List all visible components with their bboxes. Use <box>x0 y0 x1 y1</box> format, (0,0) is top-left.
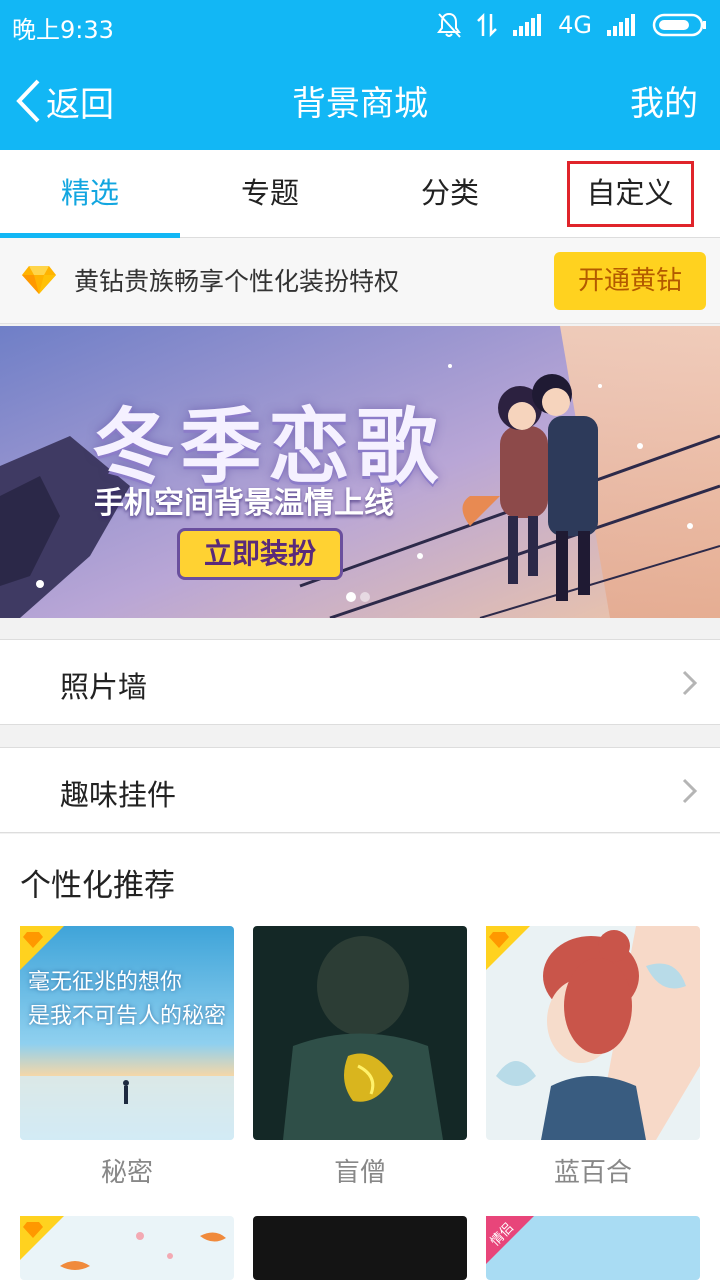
recommend-section: 个性化推荐 毫无征兆的想你 是我不可告人的秘密 秘密 盲僧 蓝百合 情侣 <box>0 834 720 1280</box>
signal-icon <box>513 14 542 36</box>
diamond-icon <box>486 926 530 970</box>
diamond-icon <box>20 1216 64 1260</box>
vip-promo-bar: 黄钻贵族畅享个性化装扮特权 开通黄钻 <box>0 238 720 324</box>
battery-icon <box>652 13 706 37</box>
theme-thumbnail <box>253 926 467 1140</box>
diamond-icon <box>20 926 64 970</box>
tab-topics[interactable]: 专题 <box>180 150 360 238</box>
theme-card[interactable] <box>20 1216 234 1280</box>
theme-card[interactable]: 蓝百合 <box>486 926 700 1188</box>
vip-promo-text: 黄钻贵族畅享个性化装扮特权 <box>74 267 400 296</box>
bell-muted-icon <box>437 12 462 38</box>
mine-button[interactable]: 我的 <box>630 76 698 125</box>
thumbnail-caption: 毫无征兆的想你 是我不可告人的秘密 <box>28 966 226 1034</box>
network-type: 4G <box>558 11 592 39</box>
tab-categories[interactable]: 分类 <box>360 150 540 238</box>
caption-line: 是我不可告人的秘密 <box>28 1004 227 1029</box>
theme-name: 蓝百合 <box>553 1158 632 1188</box>
pager-dot <box>346 592 356 602</box>
theme-card[interactable]: 毫无征兆的想你 是我不可告人的秘密 秘密 <box>20 926 234 1188</box>
status-icons: 4G <box>436 10 708 40</box>
data-arrows-icon <box>477 12 498 38</box>
chevron-right-icon <box>682 778 698 804</box>
title-bar: 返回 背景商城 我的 <box>0 50 720 150</box>
theme-card[interactable] <box>253 1216 467 1280</box>
theme-thumbnail <box>253 1216 467 1280</box>
section-heading: 个性化推荐 <box>20 868 175 904</box>
theme-name: 秘密 <box>100 1158 153 1188</box>
dress-up-button[interactable]: 立即装扮 <box>177 528 343 580</box>
promo-banner[interactable]: 冬季恋歌 手机空间背景温情上线 立即装扮 <box>0 326 720 618</box>
chevron-right-icon <box>682 670 698 696</box>
theme-card[interactable]: 盲僧 <box>253 926 467 1188</box>
diamond-icon <box>22 266 56 294</box>
theme-name: 盲僧 <box>333 1158 386 1188</box>
caption-line: 毫无征兆的想你 <box>28 970 183 995</box>
theme-card[interactable]: 情侣 <box>486 1216 700 1280</box>
open-vip-button[interactable]: 开通黄钻 <box>554 252 706 310</box>
signal-icon <box>607 14 635 36</box>
banner-subtitle: 手机空间背景温情上线 <box>94 486 394 521</box>
list-item-label: 照片墙 <box>60 670 148 704</box>
list-item-photo-wall[interactable]: 照片墙 <box>0 639 720 725</box>
list-item-widgets[interactable]: 趣味挂件 <box>0 747 720 833</box>
highlight-box <box>567 161 694 227</box>
page-title: 背景商城 <box>292 84 428 124</box>
banner-pager <box>346 592 370 602</box>
status-bar: 晚上9:33 4G <box>0 0 720 50</box>
status-time: 晚上9:33 <box>12 16 114 44</box>
list-item-label: 趣味挂件 <box>60 778 177 812</box>
tab-featured[interactable]: 精选 <box>0 150 180 238</box>
pager-dot <box>360 592 370 602</box>
